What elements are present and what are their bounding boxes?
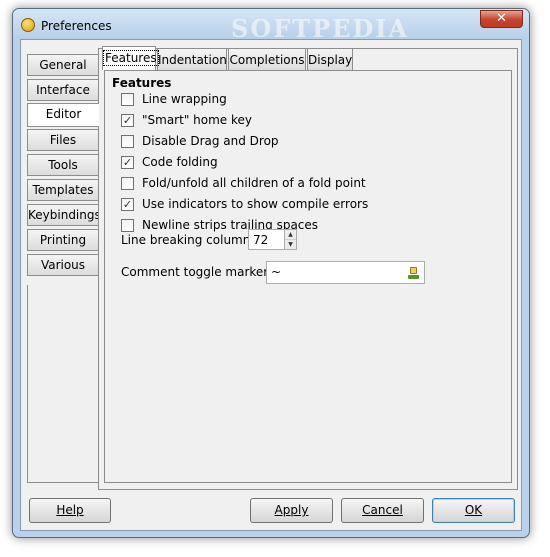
side-tab-label: Printing — [39, 233, 87, 247]
app-icon — [21, 18, 35, 32]
tab-label: Features — [103, 50, 159, 66]
line-breaking-value[interactable]: 72 — [253, 233, 268, 247]
side-tab-tools[interactable]: Tools — [27, 154, 98, 176]
checkbox-compile-indicators[interactable]: ✓ — [121, 198, 134, 211]
tab-label: Display — [308, 53, 353, 67]
checkbox-strip-trailing-spaces[interactable] — [121, 219, 134, 232]
preferences-window: Preferences SOFTPEDIA ✕ General Interfac… — [12, 8, 530, 538]
checkbox-code-folding[interactable]: ✓ — [121, 156, 134, 169]
button-label: Apply — [274, 503, 309, 517]
clear-icon-base — [408, 275, 419, 279]
apply-button[interactable]: Apply — [250, 498, 333, 523]
ok-button[interactable]: OK — [432, 498, 515, 523]
comment-marker-input[interactable]: ~ — [266, 261, 425, 284]
side-tab-label: Editor — [45, 107, 82, 121]
tab-display[interactable]: Display — [307, 48, 353, 70]
option-label: Code folding — [142, 155, 218, 169]
option-label: "Smart" home key — [142, 113, 252, 127]
spin-down-icon[interactable]: ▼ — [285, 239, 296, 249]
features-heading: Features — [112, 76, 172, 90]
side-tab-label: General — [39, 58, 87, 72]
side-tab-label: Various — [40, 258, 86, 272]
side-tab-interface[interactable]: Interface — [27, 79, 98, 101]
close-button[interactable]: ✕ — [480, 10, 523, 28]
checkbox-disable-drag-drop[interactable] — [121, 135, 134, 148]
option-label: Use indicators to show compile errors — [142, 197, 369, 211]
tab-completions[interactable]: Completions — [228, 48, 306, 70]
window-title: Preferences — [41, 19, 112, 33]
side-tab-frame — [27, 285, 99, 483]
option-label: Fold/unfold all children of a fold point — [142, 176, 366, 190]
side-tab-label: Interface — [36, 83, 90, 97]
clear-entry-icon[interactable] — [407, 266, 420, 279]
side-tab-files[interactable]: Files — [27, 129, 98, 151]
side-tab-editor[interactable]: Editor — [27, 103, 99, 127]
cancel-button[interactable]: Cancel — [341, 498, 424, 523]
tab-indentation[interactable]: Indentation — [157, 48, 227, 70]
side-tab-label: Keybindings — [28, 208, 101, 222]
clear-icon-top — [410, 267, 417, 274]
button-label: Help — [56, 503, 84, 517]
checkbox-fold-children[interactable] — [121, 177, 134, 190]
title-bar[interactable]: Preferences SOFTPEDIA ✕ — [13, 9, 529, 43]
side-tab-templates[interactable]: Templates — [27, 179, 98, 201]
tab-label: Completions — [229, 53, 305, 67]
side-tab-keybindings[interactable]: Keybindings — [27, 204, 101, 226]
line-breaking-spinner[interactable]: 72 ▲ ▼ — [248, 229, 297, 250]
button-label: Cancel — [362, 503, 403, 517]
checkmark-icon: ✓ — [122, 114, 133, 127]
comment-marker-value[interactable]: ~ — [271, 265, 281, 279]
button-label: OK — [464, 503, 483, 517]
features-page: Features Line wrapping ✓ "Smart" home ke… — [104, 70, 512, 483]
checkmark-icon: ✓ — [122, 198, 133, 211]
close-icon: ✕ — [496, 11, 507, 26]
spin-up-icon[interactable]: ▲ — [285, 230, 296, 239]
comment-marker-label: Comment toggle marker: — [121, 265, 273, 279]
line-breaking-label: Line breaking column: — [121, 233, 255, 247]
checkbox-smart-home-key[interactable]: ✓ — [121, 114, 134, 127]
spinner-arrows[interactable]: ▲ ▼ — [284, 230, 296, 249]
tab-label: Indentation — [158, 53, 227, 67]
side-tab-label: Files — [49, 133, 77, 147]
dialog-client: General Interface Editor Files Tools Tem… — [20, 39, 522, 531]
editor-panel: Features Indentation Completions Display… — [98, 46, 518, 490]
help-button[interactable]: Help — [29, 498, 111, 523]
side-tab-printing[interactable]: Printing — [27, 229, 98, 251]
side-tab-general[interactable]: General — [27, 54, 98, 76]
checkbox-line-wrapping[interactable] — [121, 93, 134, 106]
tab-features[interactable]: Features — [102, 46, 159, 70]
option-label: Disable Drag and Drop — [142, 134, 279, 148]
checkmark-icon: ✓ — [122, 156, 133, 169]
side-tab-label: Templates — [32, 183, 94, 197]
side-tab-various[interactable]: Various — [27, 254, 98, 276]
side-tab-label: Tools — [48, 158, 78, 172]
option-label: Line wrapping — [142, 92, 227, 106]
